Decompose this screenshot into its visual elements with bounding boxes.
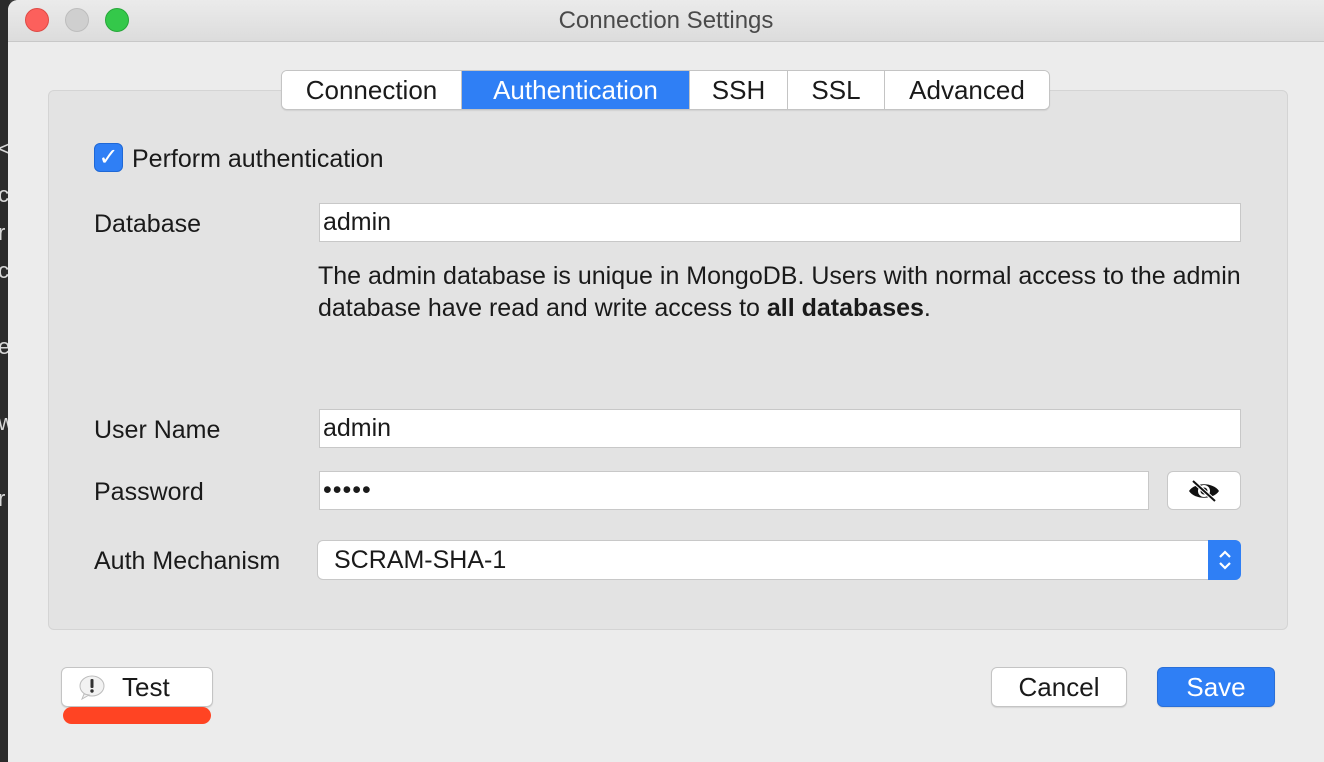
cancel-button[interactable]: Cancel: [991, 667, 1127, 707]
tab-ssl[interactable]: SSL: [788, 71, 885, 109]
bg-glyph: r: [0, 486, 6, 511]
tab-bar: Connection Authentication SSH SSL Advanc…: [281, 70, 1050, 110]
test-button[interactable]: Test: [61, 667, 213, 707]
connection-settings-window: Connection Settings Connection Authentic…: [8, 0, 1324, 762]
description-end: .: [923, 294, 931, 322]
select-arrows-icon: [1208, 540, 1241, 580]
perform-authentication-checkbox[interactable]: ✓: [94, 143, 123, 172]
red-annotation-mark: [63, 707, 211, 724]
database-label: Database: [94, 210, 202, 238]
eye-slash-icon: [1189, 479, 1219, 502]
save-button[interactable]: Save: [1157, 667, 1275, 707]
tab-authentication[interactable]: Authentication: [462, 71, 690, 109]
bg-glyph: r: [0, 220, 6, 245]
password-input[interactable]: •••••: [319, 471, 1149, 510]
database-description: The admin database is unique in MongoDB.…: [318, 260, 1258, 324]
password-label: Password: [94, 478, 204, 506]
test-button-label: Test: [122, 672, 170, 702]
tab-connection[interactable]: Connection: [282, 71, 462, 109]
perform-authentication-label: Perform authentication: [132, 145, 384, 173]
auth-mechanism-value: SCRAM-SHA-1: [334, 546, 507, 574]
username-label: User Name: [94, 416, 221, 444]
show-password-button[interactable]: [1167, 471, 1241, 510]
checkmark-icon: ✓: [98, 144, 119, 171]
database-input[interactable]: admin: [319, 203, 1241, 242]
description-bold-text: all databases: [766, 294, 924, 322]
tab-advanced[interactable]: Advanced: [885, 71, 1049, 109]
window-title: Connection Settings: [558, 7, 774, 34]
username-input[interactable]: admin: [319, 409, 1241, 448]
auth-mechanism-select[interactable]: SCRAM-SHA-1: [317, 540, 1241, 580]
warning-icon: [79, 675, 105, 700]
auth-mechanism-label: Auth Mechanism: [94, 547, 281, 575]
title-bar: Connection Settings: [8, 0, 1324, 42]
tab-ssh[interactable]: SSH: [690, 71, 788, 109]
